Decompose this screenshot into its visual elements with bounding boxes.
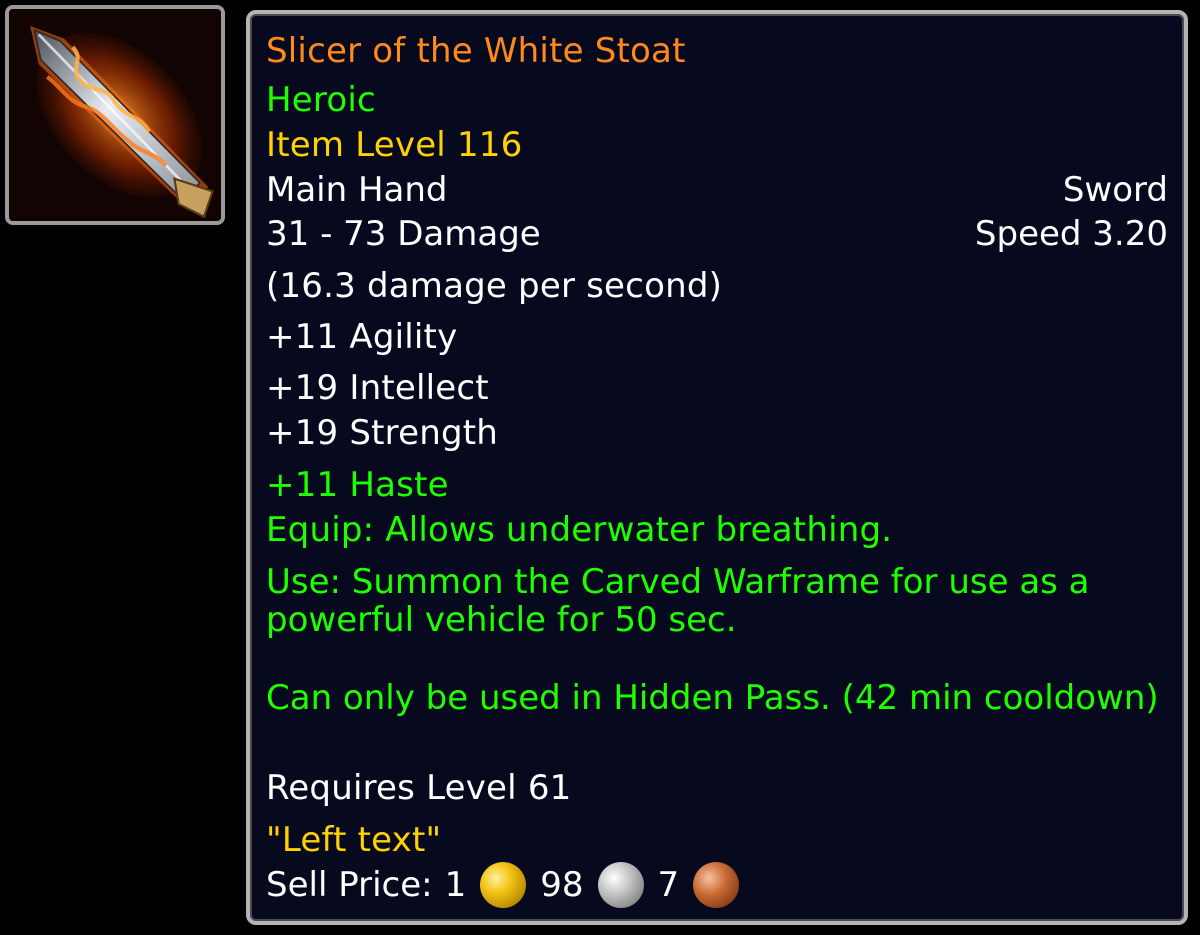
stat-strength: +19 Strength: [266, 413, 499, 453]
copper-coin-icon: [693, 862, 740, 908]
item-tooltip: Slicer of the White Stoat Heroic Item Le…: [246, 10, 1188, 925]
item-slot: Main Hand: [266, 170, 448, 210]
stat-haste: +11 Haste: [266, 465, 449, 505]
item-dps: (16.3 damage per second): [266, 266, 723, 306]
sell-price-gold: 1: [444, 865, 467, 905]
flavor-text: "Left text": [266, 820, 442, 860]
damage-speed-row: 31 - 73 Damage Speed 3.20: [266, 214, 1168, 254]
sell-price: Sell Price: 1 98 7: [266, 862, 753, 908]
equip-effect: Equip: Allows underwater breathing.: [266, 510, 893, 550]
silver-coin-icon: [597, 862, 644, 908]
stat-intellect: +19 Intellect: [266, 368, 489, 408]
item-speed: Speed 3.20: [974, 214, 1168, 254]
gold-coin-icon: [480, 862, 527, 908]
use-restriction: Can only be used in Hidden Pass. (42 min…: [266, 678, 1159, 718]
sell-price-label: Sell Price:: [266, 865, 433, 905]
item-icon-frame[interactable]: [5, 5, 225, 225]
item-name: Slicer of the White Stoat: [266, 31, 686, 71]
flaming-sword-icon: [9, 9, 221, 221]
item-level: Item Level 116: [266, 125, 523, 165]
use-effect: Use: Summon the Carved Warframe for use …: [266, 562, 1090, 640]
item-damage: 31 - 73 Damage: [266, 214, 541, 254]
sell-price-silver: 98: [540, 865, 584, 905]
item-type: Sword: [1062, 170, 1168, 210]
stat-agility: +11 Agility: [266, 317, 458, 357]
sell-price-copper: 7: [657, 865, 680, 905]
required-level: Requires Level 61: [266, 768, 572, 808]
item-difficulty: Heroic: [266, 80, 376, 120]
slot-type-row: Main Hand Sword: [266, 170, 1168, 210]
